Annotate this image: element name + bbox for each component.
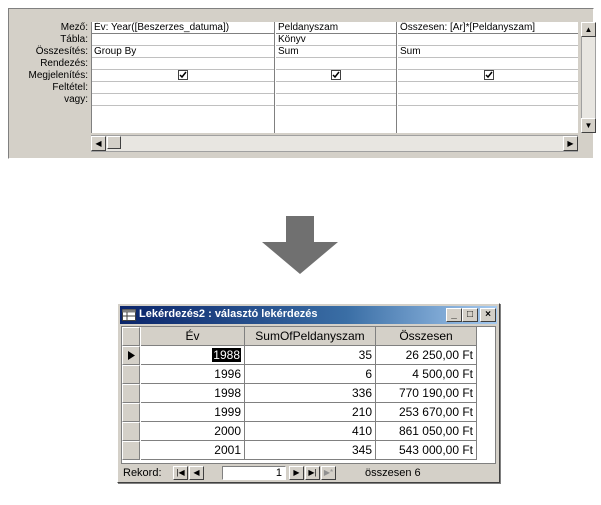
cell-total[interactable]: 770 190,00 Ft: [376, 384, 477, 403]
design-grid-area: Év: Year([Beszerzes_datuma]) Group By Pe…: [91, 22, 578, 133]
first-record-icon[interactable]: |◀: [173, 466, 188, 480]
sort-cell[interactable]: [92, 58, 274, 70]
vertical-scrollbar[interactable]: ▲ ▼: [581, 22, 596, 133]
criteria-cell[interactable]: [276, 82, 396, 94]
cell-sum[interactable]: 6: [245, 365, 376, 384]
cell-total[interactable]: 543 000,00 Ft: [376, 441, 477, 460]
title-bar[interactable]: Lekérdezés2 : választó lekérdezés _ □ ×: [120, 306, 497, 324]
record-navigation: Rekord: |◀ ◀ 1 ▶ ▶| ▶* összesen 6: [121, 466, 496, 481]
record-selector[interactable]: [122, 384, 140, 403]
design-column-2: Peldanyszam Könyv Sum: [276, 22, 397, 133]
datasheet-grid: Év SumOfPeldanyszam Összesen 1988 35 26 …: [121, 326, 496, 464]
cell-total[interactable]: 26 250,00 Ft: [376, 346, 477, 365]
cell-ev[interactable]: 2000: [141, 422, 245, 441]
table-cell[interactable]: [92, 34, 274, 46]
label-sort: Rendezés:: [40, 58, 88, 69]
record-selector[interactable]: [122, 403, 140, 422]
field-cell[interactable]: Összesen: [Ar]*[Peldanyszam]: [398, 22, 578, 34]
previous-record-icon[interactable]: ◀: [189, 466, 204, 480]
datasheet-icon: [122, 309, 136, 321]
design-column-1: Év: Year([Beszerzes_datuma]) Group By: [92, 22, 275, 133]
select-all-box[interactable]: [122, 327, 140, 346]
cell-sum[interactable]: 210: [245, 403, 376, 422]
column-header-sum[interactable]: SumOfPeldanyszam: [245, 327, 376, 346]
table-cell[interactable]: [398, 34, 578, 46]
horizontal-scrollbar[interactable]: ◀ ▶: [91, 135, 578, 152]
scroll-left-icon[interactable]: ◀: [91, 136, 106, 151]
table-row: 2001 345 543 000,00 Ft: [122, 441, 497, 460]
show-cell: [276, 70, 396, 82]
column-header-total[interactable]: Összesen: [376, 327, 477, 346]
table-cell[interactable]: Könyv: [276, 34, 396, 46]
criteria-cell[interactable]: [398, 82, 578, 94]
label-total: Összesítés:: [35, 46, 88, 57]
record-selector[interactable]: [122, 441, 140, 460]
label-field: Mező:: [60, 22, 88, 33]
sort-cell[interactable]: [398, 58, 578, 70]
total-cell[interactable]: Sum: [276, 46, 396, 58]
record-selector[interactable]: [122, 346, 140, 365]
show-cell: [92, 70, 274, 82]
cell-ev[interactable]: 1999: [141, 403, 245, 422]
table-row: 2000 410 861 050,00 Ft: [122, 422, 497, 441]
new-record-icon[interactable]: ▶*: [321, 466, 336, 480]
query-design-grid: Mező: Tábla: Összesítés: Rendezés: Megje…: [8, 8, 596, 159]
column-header-ev[interactable]: Év: [141, 327, 245, 346]
label-or: vagy:: [64, 94, 88, 105]
sort-cell[interactable]: [276, 58, 396, 70]
scroll-up-icon[interactable]: ▲: [581, 22, 596, 37]
scroll-right-icon[interactable]: ▶: [563, 136, 578, 151]
cell-ev-value: 1988: [212, 348, 241, 362]
cell-ev[interactable]: 1996: [141, 365, 245, 384]
cell-total[interactable]: 861 050,00 Ft: [376, 422, 477, 441]
label-show: Megjelenítés:: [28, 70, 88, 81]
or-cell[interactable]: [276, 94, 396, 106]
field-cell[interactable]: Peldanyszam: [276, 22, 396, 34]
total-cell[interactable]: Group By: [92, 46, 274, 58]
cell-sum[interactable]: 345: [245, 441, 376, 460]
row-labels: Mező: Tábla: Összesítés: Rendezés: Megje…: [9, 22, 89, 106]
table-row: 1999 210 253 670,00 Ft: [122, 403, 497, 422]
design-column-3: Összesen: [Ar]*[Peldanyszam] Sum: [398, 22, 578, 133]
current-record-icon: [128, 351, 135, 360]
criteria-cell[interactable]: [92, 82, 274, 94]
or-cell[interactable]: [398, 94, 578, 106]
next-record-icon[interactable]: ▶: [289, 466, 304, 480]
cell-ev[interactable]: 1988: [141, 346, 245, 365]
datasheet-window: Lekérdezés2 : választó lekérdezés _ □ × …: [117, 303, 500, 483]
total-cell[interactable]: Sum: [398, 46, 578, 58]
show-checkbox[interactable]: [331, 70, 341, 80]
label-criteria: Feltétel:: [52, 82, 88, 93]
table-row: 1998 336 770 190,00 Ft: [122, 384, 497, 403]
field-cell[interactable]: Év: Year([Beszerzes_datuma]): [92, 22, 274, 34]
window-title: Lekérdezés2 : választó lekérdezés: [139, 308, 318, 320]
cell-sum[interactable]: 35: [245, 346, 376, 365]
cell-sum[interactable]: 410: [245, 422, 376, 441]
scroll-down-icon[interactable]: ▼: [581, 118, 596, 133]
down-arrow-icon: [262, 216, 338, 274]
show-checkbox[interactable]: [178, 70, 188, 80]
cell-ev[interactable]: 1998: [141, 384, 245, 403]
maximize-button[interactable]: □: [462, 308, 478, 322]
cell-total[interactable]: 4 500,00 Ft: [376, 365, 477, 384]
label-table: Tábla:: [60, 34, 88, 45]
record-selector[interactable]: [122, 422, 140, 441]
table-row: 1996 6 4 500,00 Ft: [122, 365, 497, 384]
cell-sum[interactable]: 336: [245, 384, 376, 403]
close-button[interactable]: ×: [480, 308, 496, 322]
record-selector[interactable]: [122, 365, 140, 384]
record-number-input[interactable]: 1: [222, 466, 286, 480]
cell-total[interactable]: 253 670,00 Ft: [376, 403, 477, 422]
record-label: Rekord:: [123, 467, 162, 479]
show-cell: [398, 70, 578, 82]
last-record-icon[interactable]: ▶|: [305, 466, 320, 480]
minimize-button[interactable]: _: [446, 308, 462, 322]
record-total: összesen 6: [365, 467, 421, 479]
scroll-thumb[interactable]: [107, 136, 121, 149]
show-checkbox[interactable]: [483, 70, 494, 80]
cell-ev[interactable]: 2001: [141, 441, 245, 460]
or-cell[interactable]: [92, 94, 274, 106]
table-row: 1988 35 26 250,00 Ft: [122, 346, 497, 365]
header-row: Év SumOfPeldanyszam Összesen: [122, 327, 497, 346]
